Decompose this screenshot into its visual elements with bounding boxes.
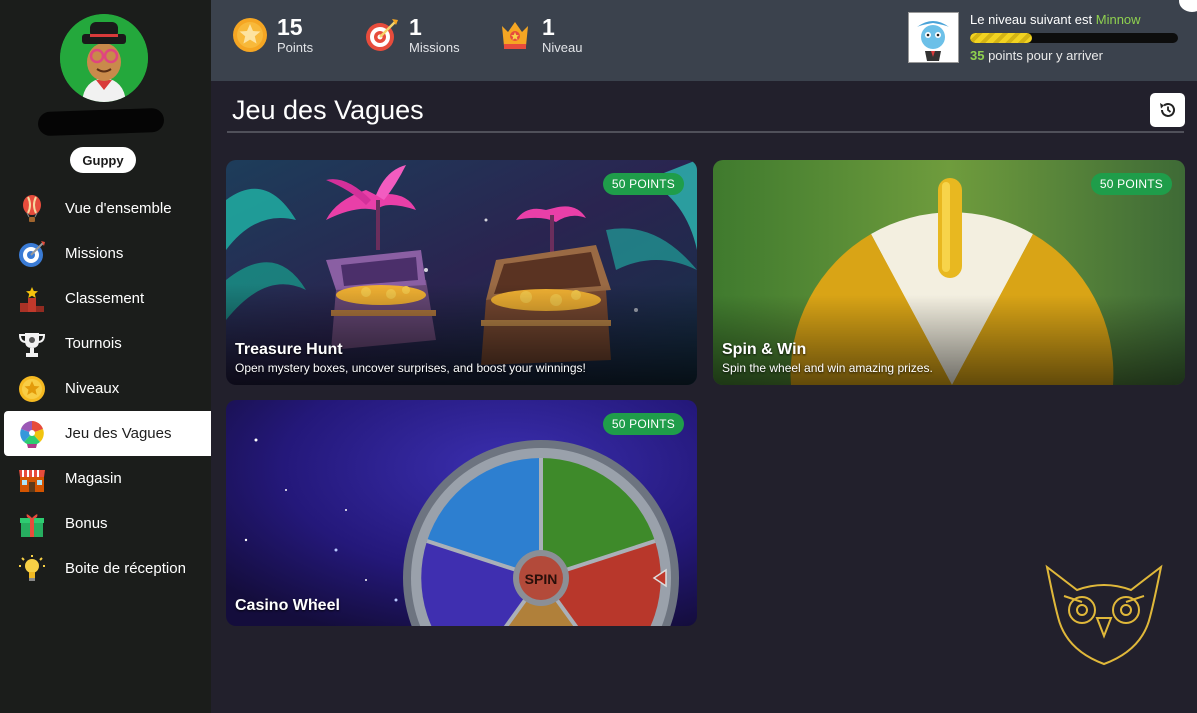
sidebar-item-label: Jeu des Vagues	[65, 425, 172, 442]
level-progress-bar	[970, 33, 1178, 43]
level-progress-fill	[970, 33, 1033, 43]
store-icon	[16, 463, 48, 495]
next-level-prefix: Le niveau suivant est	[970, 12, 1096, 27]
card-description: Open mystery boxes, uncover surprises, a…	[235, 361, 586, 375]
points-remaining-suffix: points pour y arriver	[984, 48, 1103, 63]
sidebar-item-jeu-des-vagues[interactable]: Jeu des Vagues	[4, 411, 211, 456]
sidebar-item-tournois[interactable]: Tournois	[4, 321, 211, 366]
sidebar-item-label: Niveaux	[65, 380, 120, 397]
star-coin-icon	[233, 17, 267, 52]
sidebar-item-missions[interactable]: Missions	[4, 231, 211, 276]
gift-icon	[16, 508, 48, 540]
card-description: Spin the wheel and win amazing prizes.	[722, 361, 933, 375]
stat-missions: 1 Missions	[363, 14, 460, 55]
history-icon	[1159, 102, 1175, 117]
next-level-panel: Le niveau suivant est Minnow 35 points p…	[908, 12, 1188, 64]
niveau-value: 1	[542, 14, 555, 40]
star-medal-icon	[16, 373, 48, 405]
sidebar-item-label: Classement	[65, 290, 145, 307]
spin-center-text: SPIN	[525, 571, 558, 587]
points-badge: 50 POINTS	[602, 173, 684, 195]
stat-niveau: 1 Niveau	[496, 14, 582, 55]
podium-icon	[16, 283, 48, 315]
sidebar-item-vue-d-ensemble[interactable]: Vue d'ensemble	[4, 186, 211, 231]
avatar[interactable]	[60, 14, 148, 102]
sidebar: Guppy Vue d'ensemble Missions Classement…	[0, 0, 211, 713]
niveau-label: Niveau	[542, 40, 583, 55]
game-card-spin-and-win[interactable]: 50 POINTS Spin & Win Spin the wheel and …	[713, 160, 1185, 385]
sidebar-item-label: Boite de réception	[65, 560, 186, 577]
level-badge-icon	[502, 21, 528, 49]
next-level-name: Minnow	[1095, 12, 1141, 27]
stat-points: 15 Points	[231, 14, 313, 55]
page-title: Jeu des Vagues	[232, 95, 424, 125]
close-icon[interactable]	[1179, 0, 1197, 12]
sidebar-item-label: Missions	[65, 245, 124, 262]
sidebar-item-label: Tournois	[65, 335, 122, 352]
sidebar-item-label: Magasin	[65, 470, 122, 487]
owl-logo-icon	[1045, 564, 1163, 666]
target-icon	[16, 238, 48, 270]
points-value: 15	[277, 14, 303, 40]
sidebar-item-boite-de-reception[interactable]: Boite de réception	[4, 546, 211, 591]
history-button[interactable]	[1150, 93, 1185, 127]
points-badge: 50 POINTS	[1090, 173, 1172, 195]
hot-air-balloon-icon	[16, 193, 48, 225]
sidebar-item-label: Bonus	[65, 515, 108, 532]
rank-badge: Guppy	[70, 147, 136, 173]
missions-label: Missions	[409, 40, 460, 55]
username-redacted	[37, 107, 165, 137]
sidebar-item-magasin[interactable]: Magasin	[4, 456, 211, 501]
points-remaining-value: 35	[970, 48, 985, 63]
next-level-thumbnail	[908, 12, 959, 63]
sidebar-nav: Vue d'ensemble Missions Classement Tourn…	[4, 186, 211, 591]
minnow-character-icon	[909, 13, 958, 62]
sidebar-item-label: Vue d'ensemble	[65, 200, 172, 217]
game-card-casino-wheel[interactable]: SPIN 50 POINTS Casino Wheel	[226, 400, 697, 626]
points-remaining-text: 35 points pour y arriver	[970, 48, 1103, 63]
sidebar-item-bonus[interactable]: Bonus	[4, 501, 211, 546]
missions-value: 1	[409, 14, 422, 40]
card-title: Spin & Win	[722, 341, 807, 358]
sidebar-item-niveaux[interactable]: Niveaux	[4, 366, 211, 411]
lightbulb-icon	[16, 553, 48, 585]
points-label: Points	[277, 40, 314, 55]
sidebar-item-classement[interactable]: Classement	[4, 276, 211, 321]
prize-wheel-icon	[16, 418, 48, 450]
game-card-treasure-hunt[interactable]: 50 POINTS Treasure Hunt Open mystery box…	[226, 160, 697, 385]
trophy-icon	[16, 328, 48, 360]
card-title: Casino Wheel	[235, 597, 340, 614]
next-level-text: Le niveau suivant est Minnow	[970, 12, 1141, 27]
avatar-illustration	[60, 14, 148, 102]
card-title: Treasure Hunt	[235, 341, 343, 358]
title-divider	[227, 131, 1184, 133]
top-bar: 15 Points 1 Missions 1 Niveau Le niveau …	[211, 0, 1197, 81]
points-badge: 50 POINTS	[602, 413, 684, 435]
dart-target-icon	[366, 18, 398, 51]
